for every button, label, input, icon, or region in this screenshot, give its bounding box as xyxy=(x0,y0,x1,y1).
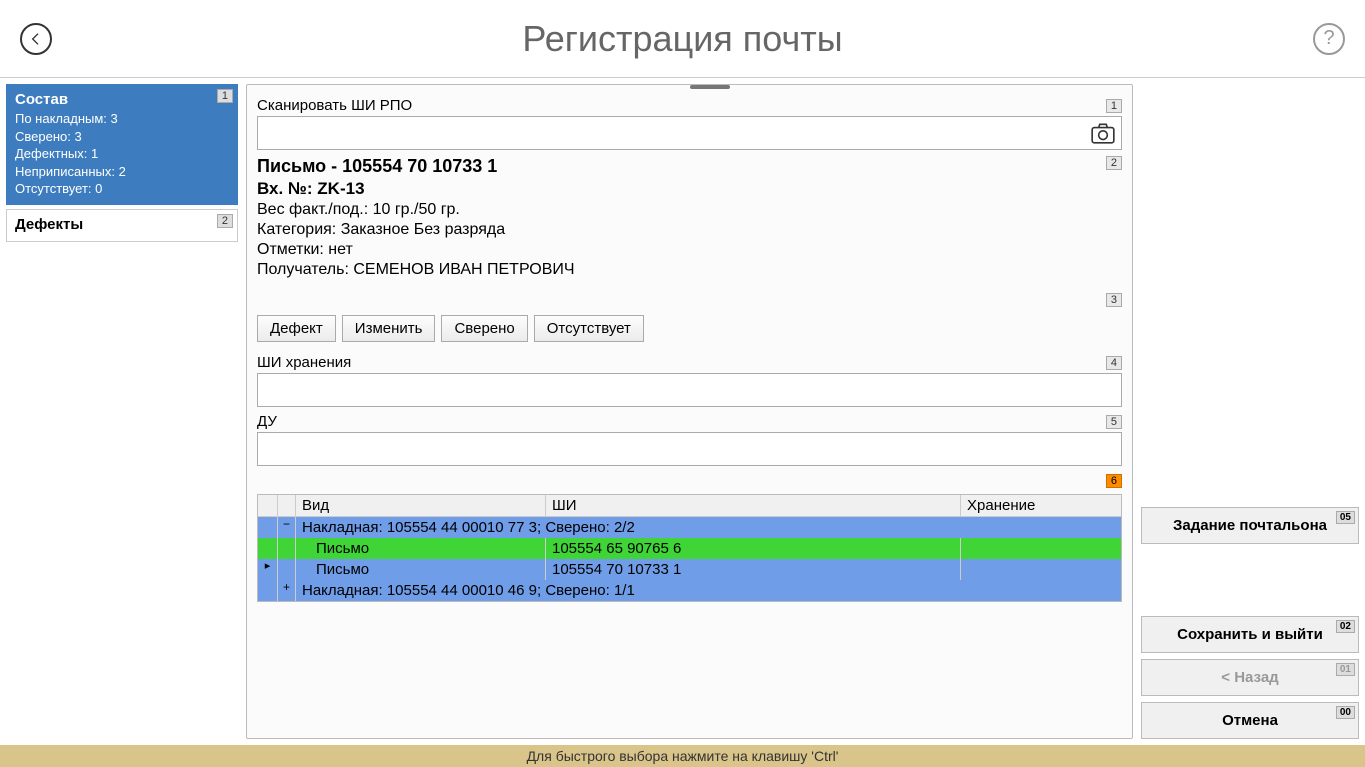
postman-task-button[interactable]: Задание почтальона 05 xyxy=(1141,507,1359,544)
back-badge: 01 xyxy=(1336,663,1355,676)
tree-toggle[interactable]: − xyxy=(278,517,296,538)
scan-input[interactable] xyxy=(257,116,1122,150)
grid-header-handle xyxy=(258,495,278,516)
row-ptr xyxy=(258,580,278,601)
cancel-button[interactable]: Отмена 00 xyxy=(1141,702,1359,739)
cell-vid: Письмо xyxy=(296,538,546,559)
storage-badge: 4 xyxy=(1106,356,1122,370)
compose-badge: 1 xyxy=(217,89,233,103)
actions-label-row: 3 xyxy=(257,293,1122,307)
detail-marks: Отметки: нет xyxy=(257,241,1122,259)
grid-header-tree xyxy=(278,495,296,516)
group-text: Накладная: 105554 44 00010 77 3; Сверено… xyxy=(296,517,1121,538)
help-button[interactable]: ? xyxy=(1313,23,1345,55)
defects-card[interactable]: 2 Дефекты xyxy=(6,209,238,242)
compose-title: Состав xyxy=(15,91,229,108)
detail-weight: Вес факт./под.: 10 гр./50 гр. xyxy=(257,201,1122,219)
camera-icon[interactable] xyxy=(1090,120,1116,149)
storage-input[interactable] xyxy=(257,373,1122,407)
scan-badge: 1 xyxy=(1106,99,1122,113)
defect-button[interactable]: Дефект xyxy=(257,315,336,342)
footer-hint: Для быстрого выбора нажмите на клавишу '… xyxy=(0,745,1365,767)
tree-spacer xyxy=(278,559,296,580)
content: 1 Состав По накладным: 3 Сверено: 3 Дефе… xyxy=(0,78,1365,745)
du-badge: 5 xyxy=(1106,415,1122,429)
right-panel: Задание почтальона 05 Сохранить и выйти … xyxy=(1141,84,1359,739)
back-icon-button[interactable] xyxy=(20,23,52,55)
scan-input-row xyxy=(257,116,1122,150)
grid-header: Вид ШИ Хранение xyxy=(258,495,1121,517)
postman-badge: 05 xyxy=(1336,511,1355,524)
spacer xyxy=(1141,550,1359,610)
row-ptr xyxy=(258,538,278,559)
compose-line: Отсутствует: 0 xyxy=(15,180,229,198)
middle-panel: Сканировать ШИ РПО 1 2 Письмо - 105554 7… xyxy=(246,84,1133,739)
postman-label: Задание почтальона xyxy=(1173,517,1327,534)
cell-storage xyxy=(961,538,1121,559)
arrow-left-icon xyxy=(28,31,44,47)
save-exit-button[interactable]: Сохранить и выйти 02 xyxy=(1141,616,1359,653)
defects-badge: 2 xyxy=(217,214,233,228)
save-badge: 02 xyxy=(1336,620,1355,633)
back-button[interactable]: < Назад 01 xyxy=(1141,659,1359,696)
grid-badge: 6 xyxy=(1106,474,1122,488)
cancel-badge: 00 xyxy=(1336,706,1355,719)
tree-toggle[interactable]: + xyxy=(278,580,296,601)
du-label-row: ДУ 5 xyxy=(257,413,1122,430)
actions-badge: 3 xyxy=(1106,293,1122,307)
du-input[interactable] xyxy=(257,432,1122,466)
back-label: < Назад xyxy=(1221,669,1278,686)
detail-incoming: Вх. №: ZK-13 xyxy=(257,179,1122,199)
grid: Вид ШИ Хранение − Накладная: 105554 44 0… xyxy=(257,494,1122,602)
row-ptr: ▸ xyxy=(258,559,278,580)
grid-label-row: 6 xyxy=(257,474,1122,488)
page-title: Регистрация почты xyxy=(522,18,842,60)
cell-shi: 105554 70 10733 1 xyxy=(546,559,961,580)
table-row[interactable]: + Накладная: 105554 44 00010 46 9; Свере… xyxy=(258,580,1121,601)
compose-line: Дефектных: 1 xyxy=(15,145,229,163)
save-label: Сохранить и выйти xyxy=(1177,626,1323,643)
table-row[interactable]: ▸ Письмо 105554 70 10733 1 xyxy=(258,559,1121,580)
absent-button[interactable]: Отсутствует xyxy=(534,315,644,342)
action-buttons: Дефект Изменить Сверено Отсутствует xyxy=(257,315,1122,342)
help-icon: ? xyxy=(1323,27,1334,50)
storage-label: ШИ хранения xyxy=(257,354,351,371)
detail-recipient: Получатель: СЕМЕНОВ ИВАН ПЕТРОВИЧ xyxy=(257,261,1122,279)
scan-label: Сканировать ШИ РПО xyxy=(257,97,412,114)
grid-header-storage[interactable]: Хранение xyxy=(961,495,1121,516)
group-text: Накладная: 105554 44 00010 46 9; Сверено… xyxy=(296,580,1121,601)
detail-block: Письмо - 105554 70 10733 1 Вх. №: ZK-13 … xyxy=(257,152,1122,287)
compose-card[interactable]: 1 Состав По накладным: 3 Сверено: 3 Дефе… xyxy=(6,84,238,205)
grid-header-shi[interactable]: ШИ xyxy=(546,495,961,516)
detail-category: Категория: Заказное Без разряда xyxy=(257,221,1122,239)
edit-button[interactable]: Изменить xyxy=(342,315,436,342)
tree-spacer xyxy=(278,538,296,559)
scan-label-row: Сканировать ШИ РПО 1 xyxy=(257,97,1122,114)
compose-line: По накладным: 3 xyxy=(15,110,229,128)
grid-header-vid[interactable]: Вид xyxy=(296,495,546,516)
cancel-label: Отмена xyxy=(1222,712,1278,729)
detail-headline: Письмо - 105554 70 10733 1 xyxy=(257,156,1122,177)
compose-line: Сверено: 3 xyxy=(15,128,229,146)
verified-button[interactable]: Сверено xyxy=(441,315,527,342)
row-ptr xyxy=(258,517,278,538)
header: Регистрация почты ? xyxy=(0,0,1365,78)
storage-label-row: ШИ хранения 4 xyxy=(257,354,1122,371)
du-label: ДУ xyxy=(257,413,277,430)
table-row[interactable]: − Накладная: 105554 44 00010 77 3; Свере… xyxy=(258,517,1121,538)
cell-storage xyxy=(961,559,1121,580)
cell-shi: 105554 65 90765 6 xyxy=(546,538,961,559)
cell-vid: Письмо xyxy=(296,559,546,580)
left-panel: 1 Состав По накладным: 3 Сверено: 3 Дефе… xyxy=(6,84,238,739)
defects-title: Дефекты xyxy=(15,216,229,233)
spacer xyxy=(1141,88,1359,501)
table-row[interactable]: Письмо 105554 65 90765 6 xyxy=(258,538,1121,559)
compose-line: Неприписанных: 2 xyxy=(15,163,229,181)
